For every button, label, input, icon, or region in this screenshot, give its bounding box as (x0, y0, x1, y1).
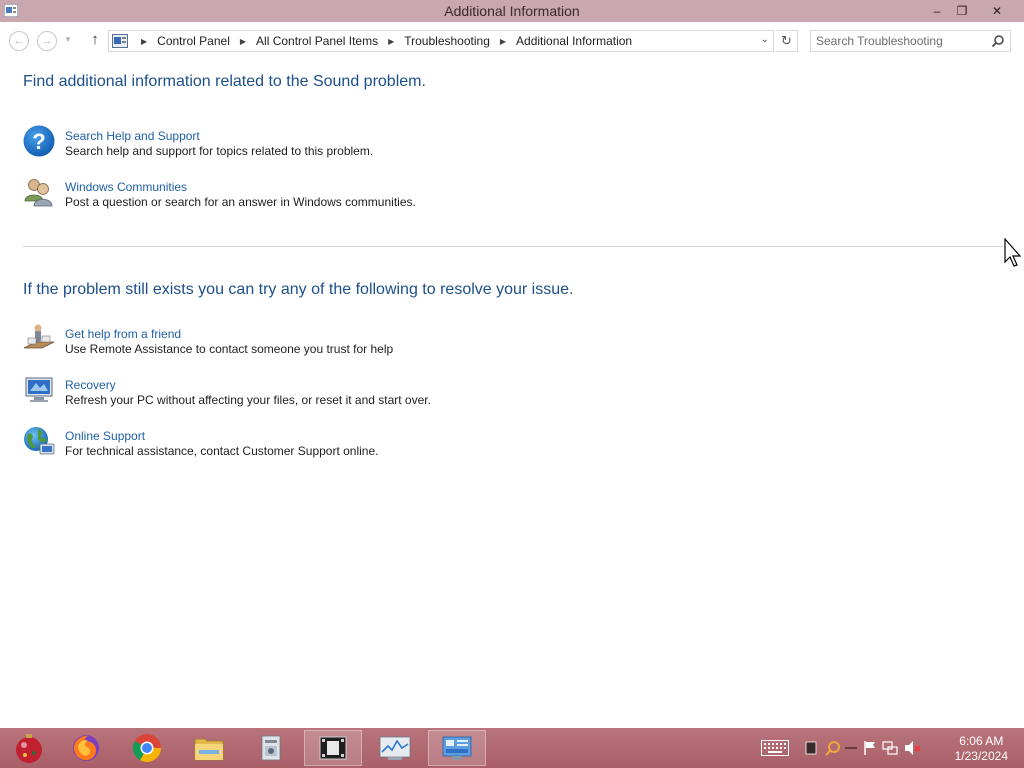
breadcrumb: ▶ Control Panel ▶ All Control Panel Item… (131, 31, 632, 51)
main-content: Find additional information related to t… (0, 60, 1024, 728)
chevron-right-icon[interactable]: ▶ (240, 37, 246, 46)
mouse-cursor-icon (1004, 238, 1022, 267)
svg-text:?: ? (32, 129, 45, 154)
windows-communities-link[interactable]: Windows Communities (65, 180, 187, 194)
performance-monitor-icon (379, 736, 411, 760)
close-button[interactable]: ✕ (974, 0, 1020, 22)
window-title: Additional Information (444, 3, 580, 19)
refresh-button[interactable]: ↻ (776, 30, 798, 52)
breadcrumb-control-panel[interactable]: Control Panel (157, 34, 230, 48)
online-support-link[interactable]: Online Support (65, 429, 145, 443)
firefox-icon (73, 735, 99, 761)
breadcrumb-additional-information[interactable]: Additional Information (516, 34, 632, 48)
taskbar-app-control-panel[interactable] (428, 730, 486, 766)
remote-assistance-icon[interactable] (22, 322, 56, 356)
windows-communities-icon[interactable] (22, 175, 56, 209)
separator-dash-icon (844, 739, 858, 757)
address-bar[interactable]: ▶ Control Panel ▶ All Control Panel Item… (108, 30, 774, 52)
tablet-icon[interactable] (804, 739, 818, 757)
search-help-support-description: Search help and support for topics relat… (65, 144, 374, 158)
installer-icon (261, 735, 281, 761)
forward-button[interactable]: → (37, 31, 57, 51)
recovery-icon[interactable] (22, 373, 56, 407)
recovery-description: Refresh your PC without affecting your f… (65, 393, 431, 407)
taskbar-app-file-explorer[interactable] (180, 730, 238, 766)
additional-info-heading: Find additional information related to t… (23, 73, 426, 90)
search-box[interactable] (810, 30, 1011, 52)
recent-locations-dropdown[interactable]: ▼ (64, 35, 72, 44)
clock-time: 6:06 AM (959, 734, 1004, 748)
section-divider (23, 246, 1003, 247)
clock[interactable]: 6:06 AM 1/23/2024 (955, 734, 1008, 764)
list-item: Windows Communities Post a question or s… (22, 171, 722, 211)
control-panel-icon (442, 736, 472, 760)
list-item: ? Search Help and Support Search help an… (22, 120, 722, 160)
system-tray: 6:06 AM 1/23/2024 (754, 728, 1024, 768)
resolve-issue-heading: If the problem still exists you can try … (23, 281, 574, 298)
arrow-up-icon: ↑ (91, 31, 99, 48)
clock-date: 1/23/2024 (954, 749, 1008, 763)
media-player-icon (319, 736, 347, 760)
online-support-description: For technical assistance, contact Custom… (65, 444, 379, 458)
taskbar-app-firefox[interactable] (57, 730, 115, 766)
keyboard-icon[interactable] (760, 739, 790, 757)
taskbar-app-ornament[interactable] (0, 730, 58, 766)
recovery-link[interactable]: Recovery (65, 378, 116, 392)
search-icon[interactable] (991, 34, 1005, 48)
breadcrumb-all-items[interactable]: All Control Panel Items (256, 34, 378, 48)
chevron-right-icon[interactable]: ▶ (388, 37, 394, 46)
chevron-down-icon[interactable]: ⌄ (761, 34, 769, 45)
chrome-icon (133, 734, 161, 762)
up-button[interactable]: ↑ (86, 31, 104, 51)
help-question-icon[interactable]: ? (22, 124, 56, 158)
search-input[interactable] (816, 34, 986, 48)
network-icon[interactable] (882, 739, 898, 757)
navigation-bar: ← → ▼ ↑ ▶ Control Panel ▶ All Control Pa… (0, 22, 1024, 60)
action-center-flag-icon[interactable] (862, 739, 878, 757)
magnifier-icon[interactable] (824, 739, 842, 757)
chevron-right-icon[interactable]: ▶ (141, 37, 147, 46)
chevron-right-icon[interactable]: ▶ (500, 37, 506, 46)
get-help-friend-link[interactable]: Get help from a friend (65, 327, 181, 341)
list-item: Online Support For technical assistance,… (22, 420, 722, 460)
title-bar: Additional Information – ❐ ✕ (0, 0, 1024, 22)
breadcrumb-troubleshooting[interactable]: Troubleshooting (404, 34, 490, 48)
list-item: Get help from a friend Use Remote Assist… (22, 318, 722, 358)
windows-communities-description: Post a question or search for an answer … (65, 195, 416, 209)
christmas-ornament-icon (16, 734, 42, 763)
taskbar-app-performance-monitor[interactable] (366, 730, 424, 766)
back-button[interactable]: ← (9, 31, 29, 51)
taskbar-app-chrome[interactable] (118, 730, 176, 766)
get-help-friend-description: Use Remote Assistance to contact someone… (65, 342, 394, 356)
taskbar-app-installer[interactable] (242, 730, 300, 766)
control-panel-icon (112, 34, 128, 48)
online-support-globe-icon[interactable] (22, 424, 56, 458)
taskbar: 6:06 AM 1/23/2024 (0, 728, 1024, 768)
speaker-muted-icon[interactable] (904, 739, 922, 757)
list-item: Recovery Refresh your PC without affecti… (22, 369, 722, 409)
restore-button[interactable]: ❐ (947, 0, 977, 22)
file-explorer-icon (194, 738, 224, 761)
refresh-icon: ↻ (781, 33, 792, 48)
search-help-support-link[interactable]: Search Help and Support (65, 129, 200, 143)
taskbar-app-media[interactable] (304, 730, 362, 766)
arrow-left-icon: ← (13, 35, 25, 47)
arrow-right-icon: → (41, 35, 53, 47)
